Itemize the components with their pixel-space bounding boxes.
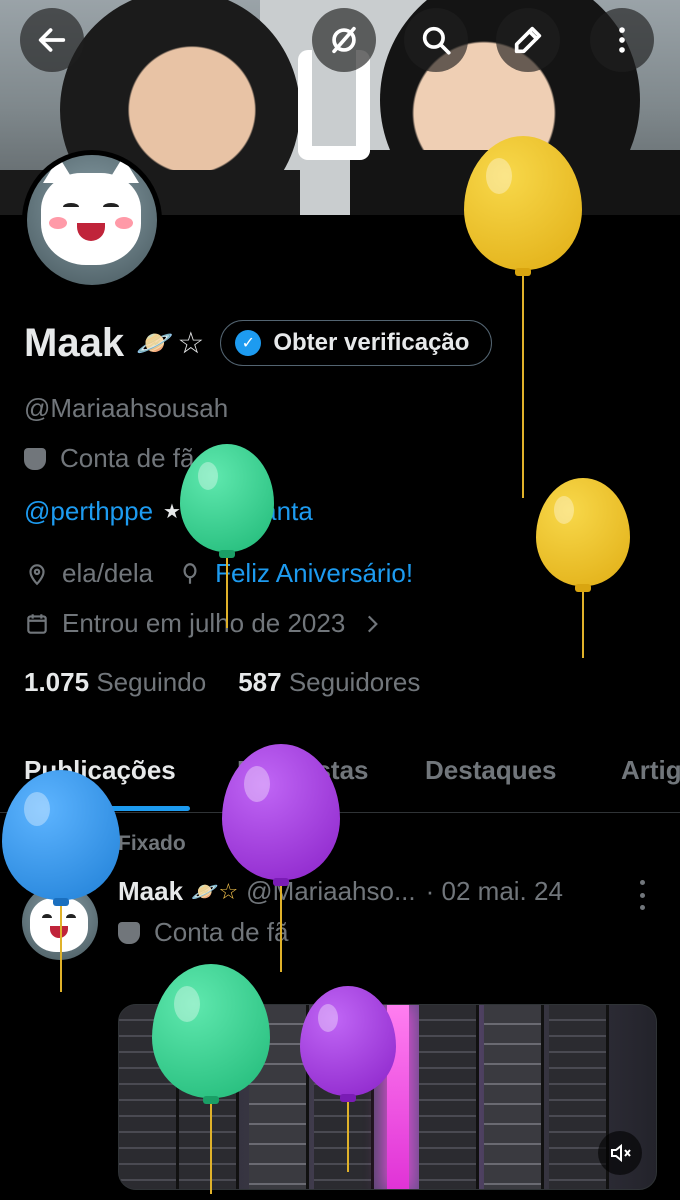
edit-button[interactable] (496, 8, 560, 72)
post-author-emoji: 🪐☆ (191, 878, 239, 904)
joined-row[interactable]: Entrou em julho de 2023 (24, 608, 397, 639)
followers-stat[interactable]: 587 Seguidores (238, 667, 420, 698)
back-button[interactable] (20, 8, 84, 72)
post-header: Maak 🪐☆ @Mariaahso... · 02 mai. 24 (118, 876, 563, 907)
chevron-right-icon (359, 611, 385, 637)
search-button[interactable] (404, 8, 468, 72)
theater-mask-icon (118, 921, 140, 944)
location-pin-icon (24, 561, 50, 587)
profile-bio: Conta de fã (24, 443, 194, 474)
search-icon (422, 26, 451, 55)
post-text-content: Conta de fã (154, 917, 289, 947)
follow-stats: 1.075 Seguindo 587 Seguidores (24, 667, 420, 698)
theater-mask-icon (24, 447, 46, 470)
balloon-icon (177, 561, 203, 587)
post-date[interactable]: · 02 mai. 24 (426, 876, 563, 907)
star-emoji: ☆ (177, 326, 205, 360)
get-verified-label: Obter verificação (273, 329, 470, 356)
more-options-button[interactable] (590, 8, 654, 72)
following-stat[interactable]: 1.075 Seguindo (24, 667, 206, 698)
get-verified-button[interactable]: ✓ Obter verificação (220, 320, 493, 366)
bio-text: Conta de fã (60, 443, 195, 473)
cat-avatar-illustration (41, 157, 141, 265)
birthday-link[interactable]: Feliz Aniversário! (215, 558, 413, 589)
mute-button[interactable] (598, 1131, 642, 1175)
verified-badge-icon: ✓ (235, 330, 262, 356)
edit-icon (514, 26, 542, 54)
planet-emoji: 🪐 (136, 326, 174, 360)
data-saver-button[interactable] (312, 8, 376, 72)
arrow-left-icon (38, 28, 66, 52)
speaker-muted-icon (611, 1143, 631, 1163)
profile-meta-row: ela/dela Feliz Aniversário! (24, 558, 413, 589)
post-text: Conta de fã (118, 917, 288, 948)
post-author-handle[interactable]: @Mariaahso... (246, 876, 415, 907)
post-author-name[interactable]: Maak (118, 876, 183, 907)
followers-label: Seguidores (288, 667, 421, 697)
tab-articles[interactable]: Artig (621, 755, 680, 786)
pronouns-text: ela/dela (62, 558, 154, 588)
profile-name: Maak (24, 320, 125, 365)
following-count: 1.075 (24, 667, 90, 697)
pinned-label: Fixado (118, 832, 186, 855)
profile-avatar[interactable] (22, 150, 162, 290)
no-signal-icon (332, 26, 356, 54)
following-label: Seguindo (96, 667, 207, 697)
profile-handle: @Mariaahsousah (24, 393, 229, 423)
more-vertical-icon (619, 27, 625, 53)
post-more-icon[interactable] (636, 880, 648, 910)
joined-text: Entrou em julho de 2023 (62, 608, 346, 638)
followers-count: 587 (238, 667, 282, 697)
tab-highlights[interactable]: Destaques (425, 755, 557, 786)
star-separator: ★ (163, 501, 181, 523)
calendar-icon (24, 611, 50, 637)
mention-link-1[interactable]: @perthppe (24, 496, 153, 527)
